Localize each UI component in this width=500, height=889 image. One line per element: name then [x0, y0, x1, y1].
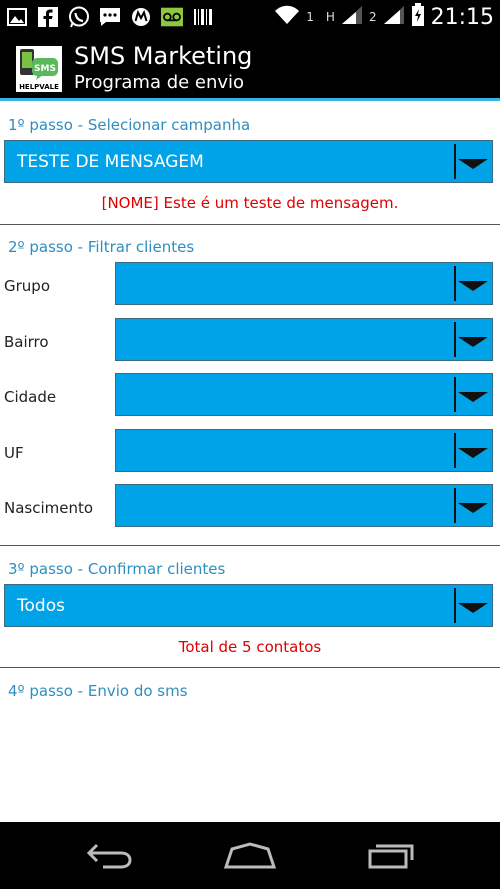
section-divider	[0, 224, 500, 225]
sim1-label: 1	[306, 10, 314, 24]
spinner-divider	[454, 144, 456, 179]
image-icon	[6, 6, 28, 28]
action-bar-accent	[0, 98, 500, 101]
dropdown-arrow-icon	[458, 158, 488, 169]
app-subtitle: Programa de envio	[74, 72, 245, 93]
network-type-label: H	[325, 10, 335, 24]
status-bar: 1 H 2 21:15	[0, 0, 500, 34]
section-divider	[0, 545, 500, 546]
dropdown-arrow-icon	[458, 602, 488, 613]
uf-spinner[interactable]	[115, 429, 493, 472]
message-preview: [NOME] Este é um teste de mensagem.	[101, 194, 399, 212]
filter-label-uf: UF	[4, 444, 24, 462]
spinner-divider	[454, 433, 456, 468]
step2-title: 2º passo - Filtrar clientes	[8, 238, 195, 256]
recents-button[interactable]	[360, 836, 420, 876]
whatsapp-icon	[68, 6, 90, 28]
campaign-spinner[interactable]: TESTE DE MENSAGEM	[4, 140, 493, 183]
battery-icon	[411, 3, 425, 31]
clock: 21:15	[430, 4, 494, 30]
filter-label-bairro: Bairro	[4, 333, 49, 351]
dropdown-arrow-icon	[458, 336, 488, 347]
bairro-spinner[interactable]	[115, 318, 493, 361]
grupo-spinner[interactable]	[115, 262, 493, 305]
voicemail-icon	[161, 6, 183, 28]
spinner-divider	[454, 488, 456, 523]
step1-title: 1º passo - Selecionar campanha	[8, 116, 251, 134]
filter-label-cidade: Cidade	[4, 388, 57, 406]
recents-icon	[368, 844, 414, 869]
app-title: SMS Marketing	[74, 42, 253, 70]
spinner-divider	[454, 266, 456, 301]
filter-label-nascimento: Nascimento	[4, 499, 94, 517]
step3-title: 3º passo - Confirmar clientes	[8, 560, 226, 578]
back-icon	[86, 843, 132, 869]
step4-title: 4º passo - Envio do sms	[8, 682, 188, 700]
section-divider	[0, 667, 500, 668]
confirm-clients-spinner[interactable]: Todos	[4, 584, 493, 627]
dropdown-arrow-icon	[458, 447, 488, 458]
barcode-icon	[192, 6, 214, 28]
dropdown-arrow-icon	[458, 280, 488, 291]
spinner-divider	[454, 322, 456, 357]
spinner-divider	[454, 588, 456, 623]
spinner-divider	[454, 377, 456, 412]
dropdown-arrow-icon	[458, 391, 488, 402]
wifi-icon	[274, 5, 300, 29]
sim2-label: 2	[368, 10, 377, 24]
nascimento-spinner[interactable]	[115, 484, 493, 527]
dropdown-arrow-icon	[458, 502, 488, 513]
logo-brand-text: HELPVALE	[19, 83, 59, 91]
facebook-icon	[37, 6, 59, 28]
back-button[interactable]	[80, 836, 140, 876]
total-contacts: Total de 5 contatos	[178, 638, 322, 656]
home-icon	[223, 842, 277, 869]
signal-icon	[341, 5, 363, 29]
filter-label-grupo: Grupo	[4, 277, 50, 295]
campaign-spinner-value: TESTE DE MENSAGEM	[17, 151, 204, 172]
cidade-spinner[interactable]	[115, 373, 493, 416]
signal-icon	[383, 5, 405, 29]
logo-sms-text: SMS	[34, 64, 56, 74]
confirm-clients-spinner-value: Todos	[17, 595, 65, 616]
app-logo[interactable]: SMS HELPVALE	[16, 46, 62, 92]
motorola-icon	[130, 6, 152, 28]
sms-icon	[99, 6, 121, 28]
navigation-bar	[0, 822, 500, 889]
home-button[interactable]	[220, 836, 280, 876]
